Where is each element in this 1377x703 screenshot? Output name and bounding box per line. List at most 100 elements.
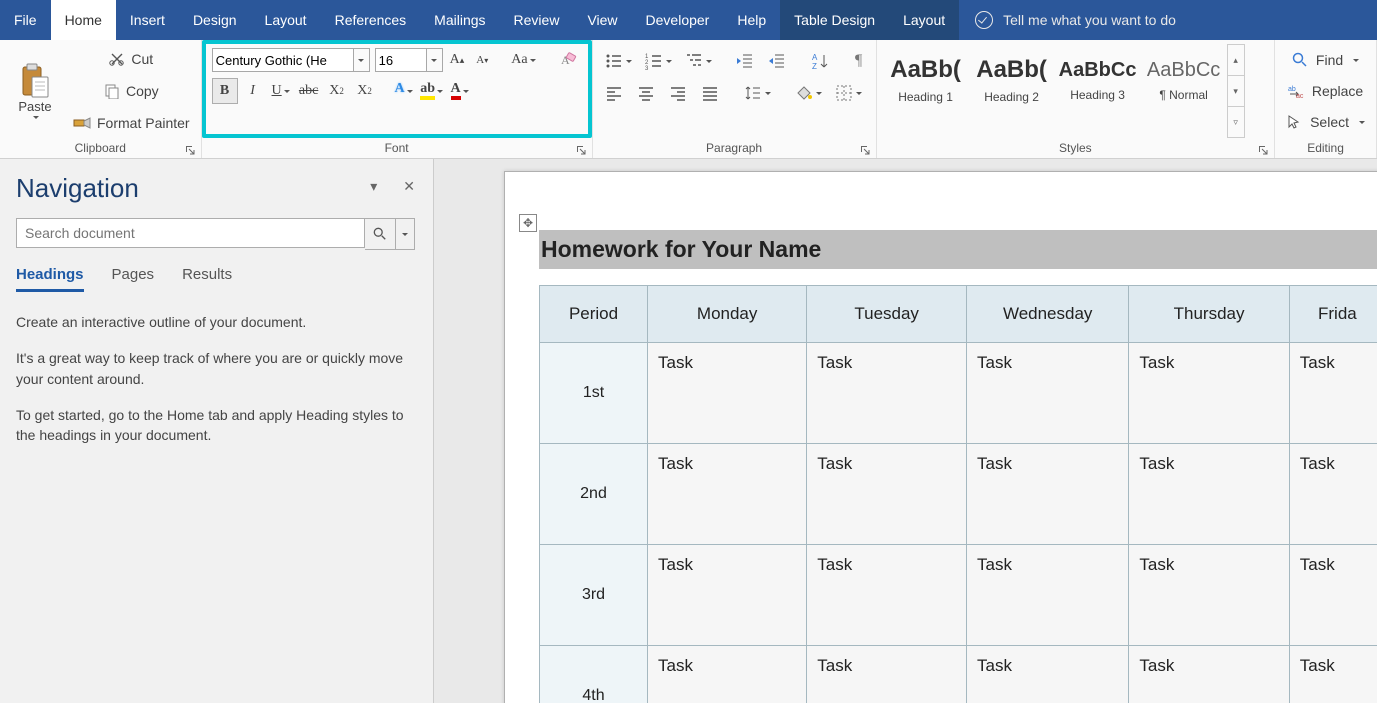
document-title[interactable]: Homework for Your Name [539, 230, 1377, 269]
font-launcher[interactable] [574, 143, 588, 157]
superscript-button[interactable]: X2 [352, 78, 378, 104]
task-cell[interactable]: Task [648, 444, 807, 545]
shrink-font-button[interactable]: A▾ [471, 49, 493, 71]
period-cell[interactable]: 3rd [540, 545, 648, 646]
copy-button[interactable]: Copy [68, 76, 195, 106]
italic-button[interactable]: I [240, 78, 266, 104]
bullets-button[interactable] [599, 48, 637, 74]
task-cell[interactable]: Task [1129, 444, 1289, 545]
font-size-input[interactable] [375, 48, 427, 72]
align-center-button[interactable] [631, 80, 661, 106]
font-name-input[interactable] [212, 48, 354, 72]
find-button[interactable]: Find [1281, 46, 1370, 74]
tab-file[interactable]: File [0, 0, 51, 40]
task-cell[interactable]: Task [967, 646, 1129, 703]
format-painter-button[interactable]: Format Painter [68, 108, 195, 138]
navigation-close-button[interactable]: ✕ [403, 178, 415, 195]
tab-mailings[interactable]: Mailings [420, 0, 499, 40]
navigation-search-dropdown[interactable] [396, 218, 415, 250]
task-cell[interactable]: Task [1289, 545, 1377, 646]
col-tuesday[interactable]: Tuesday [807, 286, 967, 343]
task-cell[interactable]: Task [1129, 646, 1289, 703]
col-wednesday[interactable]: Wednesday [967, 286, 1129, 343]
task-cell[interactable]: Task [807, 545, 967, 646]
tab-review[interactable]: Review [500, 0, 574, 40]
task-cell[interactable]: Task [648, 343, 807, 444]
cut-button[interactable]: Cut [68, 44, 195, 74]
line-spacing-button[interactable] [738, 80, 776, 106]
col-period[interactable]: Period [540, 286, 648, 343]
task-cell[interactable]: Task [1289, 646, 1377, 703]
highlight-button[interactable]: ab [419, 78, 445, 104]
period-cell[interactable]: 1st [540, 343, 648, 444]
increase-indent-button[interactable] [762, 48, 792, 74]
nav-tab-pages[interactable]: Pages [112, 266, 155, 292]
task-cell[interactable]: Task [1289, 343, 1377, 444]
underline-button[interactable]: U [268, 78, 294, 104]
tab-insert[interactable]: Insert [116, 0, 179, 40]
col-monday[interactable]: Monday [648, 286, 807, 343]
decrease-indent-button[interactable] [730, 48, 760, 74]
clear-formatting-button[interactable]: A [554, 48, 582, 72]
subscript-button[interactable]: X2 [324, 78, 350, 104]
justify-button[interactable] [695, 80, 725, 106]
font-size-control[interactable] [372, 48, 443, 72]
task-cell[interactable]: Task [648, 545, 807, 646]
nav-tab-headings[interactable]: Headings [16, 266, 84, 292]
select-button[interactable]: Select [1281, 108, 1370, 136]
font-size-dropdown[interactable] [427, 48, 443, 72]
task-cell[interactable]: Task [807, 646, 967, 703]
sort-button[interactable]: AZ [805, 48, 835, 74]
font-color-button[interactable]: A [447, 78, 473, 104]
tell-me[interactable]: Tell me what you want to do [959, 0, 1192, 40]
grow-font-button[interactable]: A▴ [445, 49, 470, 71]
paste-button[interactable]: Paste [6, 44, 64, 138]
task-cell[interactable]: Task [807, 343, 967, 444]
col-thursday[interactable]: Thursday [1129, 286, 1289, 343]
style-heading1[interactable]: AaBb(Heading 1 [883, 44, 969, 116]
bold-button[interactable]: B [212, 78, 238, 104]
nav-tab-results[interactable]: Results [182, 266, 232, 292]
tab-view[interactable]: View [573, 0, 631, 40]
show-marks-button[interactable]: ¶ [848, 49, 870, 73]
style-normal[interactable]: AaBbCc¶ Normal [1141, 44, 1227, 116]
borders-button[interactable] [829, 80, 867, 106]
task-cell[interactable]: Task [967, 343, 1129, 444]
align-right-button[interactable] [663, 80, 693, 106]
tab-table-layout[interactable]: Layout [889, 0, 959, 40]
navigation-search-button[interactable] [365, 218, 396, 250]
task-cell[interactable]: Task [967, 444, 1129, 545]
tab-developer[interactable]: Developer [632, 0, 724, 40]
clipboard-launcher[interactable] [183, 143, 197, 157]
document-area[interactable]: ✥ Homework for Your Name Period Monday T… [434, 159, 1377, 703]
style-heading3[interactable]: AaBbCcHeading 3 [1055, 44, 1141, 116]
task-cell[interactable]: Task [1129, 545, 1289, 646]
tab-help[interactable]: Help [723, 0, 780, 40]
style-heading2[interactable]: AaBb(Heading 2 [969, 44, 1055, 116]
tab-design[interactable]: Design [179, 0, 251, 40]
homework-table[interactable]: Period Monday Tuesday Wednesday Thursday… [539, 285, 1377, 703]
tab-home[interactable]: Home [51, 0, 116, 40]
replace-button[interactable]: abac Replace [1281, 77, 1370, 105]
task-cell[interactable]: Task [1129, 343, 1289, 444]
navigation-search-input[interactable] [16, 218, 365, 248]
font-name-control[interactable] [212, 48, 370, 72]
align-left-button[interactable] [599, 80, 629, 106]
font-name-dropdown[interactable] [354, 48, 370, 72]
period-cell[interactable]: 4th [540, 646, 648, 703]
document-page[interactable]: ✥ Homework for Your Name Period Monday T… [504, 171, 1377, 703]
task-cell[interactable]: Task [1289, 444, 1377, 545]
styles-launcher[interactable] [1256, 143, 1270, 157]
task-cell[interactable]: Task [648, 646, 807, 703]
shading-button[interactable] [789, 80, 827, 106]
text-effects-button[interactable]: A [391, 78, 417, 104]
strikethrough-button[interactable]: abc [296, 78, 322, 104]
tab-layout[interactable]: Layout [251, 0, 321, 40]
task-cell[interactable]: Task [807, 444, 967, 545]
tab-table-design[interactable]: Table Design [780, 0, 889, 40]
numbering-button[interactable]: 123 [639, 48, 677, 74]
period-cell[interactable]: 2nd [540, 444, 648, 545]
paragraph-launcher[interactable] [858, 143, 872, 157]
tab-references[interactable]: References [321, 0, 421, 40]
col-friday[interactable]: Frida [1289, 286, 1377, 343]
